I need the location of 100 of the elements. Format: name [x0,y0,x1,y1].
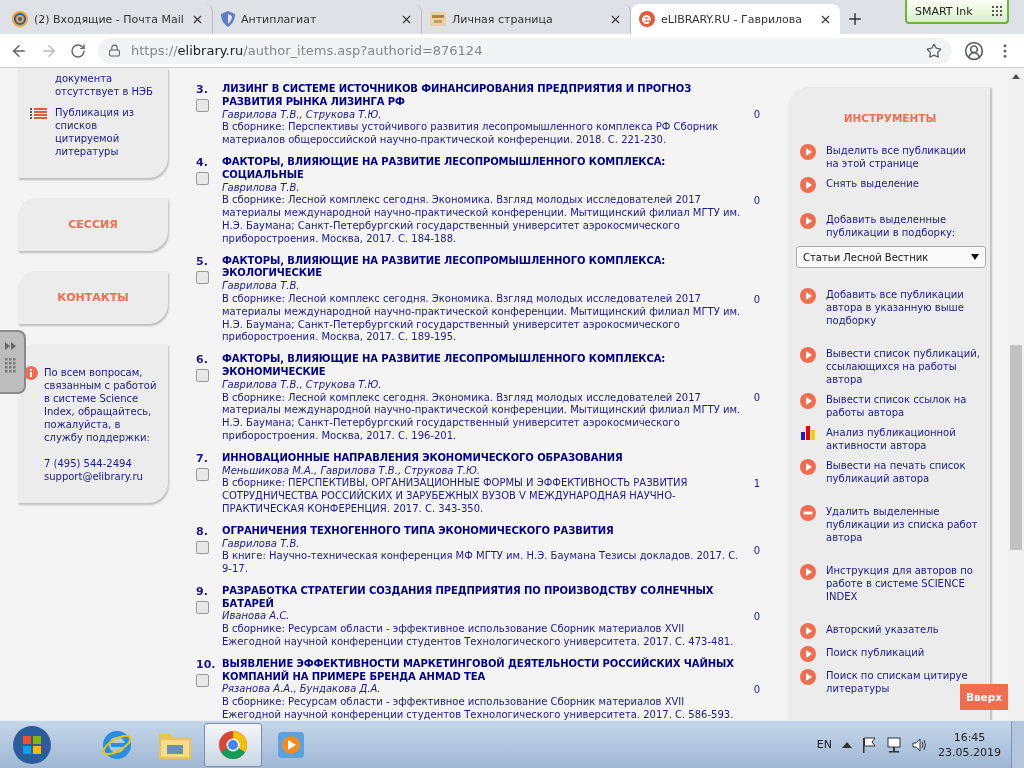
citation-count: 0 [752,611,761,623]
browser-e-icon[interactable] [101,728,133,761]
citation-count: 0 [752,544,761,556]
checkbox[interactable] [196,369,209,383]
address-field[interactable]: https://elibrary.ru/author_items.asp?authorid=876124 [98,37,952,64]
tool-link[interactable]: Инструкция для авторов по работе в системе SCIENCE INDEX [826,564,980,603]
citation-count: 1 [752,478,761,490]
publication-source: В книге: Научно-техническая конференция МФ МГТУ им. Н.Э. Баумана Тезисы докладов. 2017. С. 9-17. [222,550,740,576]
tool-link[interactable]: Снять выделение [826,177,920,190]
browser-tab[interactable]: eLIBRARY.RU - Гаврилова [631,4,840,34]
thumbnail-icon [430,12,446,26]
citation-count: 0 [752,392,761,404]
tools-title: ИНСТРУМЕНТЫ [842,112,938,124]
play-icon [800,393,816,409]
play-icon [800,144,816,160]
bar-chart-icon [800,426,816,440]
publication-title[interactable]: ФАКТОРЫ, ВЛИЯЮЩИЕ НА РАЗВИТИЕ ЛЕСОПРОМЫШЛЕННОГО КОМПЛЕКСА: ЭКОНОМИЧЕСКИЕ [222,353,742,379]
item-number: 5. [196,254,208,268]
publication-source: В сборнике: Ресурсам области - эффективное использование Сборник материалов XVII Ежегодной научной конференции студентов Технологического университета. 2017. С. 473-481. [222,623,735,649]
play-icon [800,646,816,662]
checkbox[interactable] [196,600,209,614]
publication-title[interactable]: ОГРАНИЧЕНИЯ ТЕХНОГЕННОГО ТИПА ЭКОНОМИЧЕСКОГО РАЗВИТИЯ [222,524,742,538]
clock[interactable]: 16:45 23.05.2019 [938,729,1001,760]
tool-link[interactable]: Добавить выделенные публикации в подборку: [826,213,980,239]
tool-link[interactable]: Анализ публикационной активности автора [826,426,980,452]
legend-text: Публикация из списков цитируемой литературы [55,106,135,158]
volume-icon[interactable] [912,736,928,753]
publication-title[interactable]: ЛИЗИНГ В СИСТЕМЕ ИСТОЧНИКОВ ФИНАНСИРОВАНИЯ ПРЕДПРИЯТИЯ И ПРОГНОЗ РАЗВИТИЯ РЫНКА ЛИЗИНГА РФ [222,83,742,109]
minus-icon [800,505,816,521]
publication-authors: Гаврилова Т.В. [222,537,301,551]
shield-icon [221,11,235,27]
publication-source: В сборнике: ПЕРСПЕКТИВЫ, ОРГАНИЗАЦИОННЫЕ ФОРМЫ И ЭФФЕКТИВНОСТЬ РАЗВИТИЯ СОТРУДНИЧЕСТВА РОССИЙСКИХ И ЗАРУБЕЖНЫХ ВУЗОВ V МЕЖДУНАРОДНАЯ НАУЧНО-ПРАКТИЧЕСКАЯ КОНФЕРЕНЦИЯ. 2017. С. 343-350. [222,477,689,516]
publication-authors: Гаврилова Т.В. [222,280,301,293]
grip-icon [991,5,1003,17]
checkbox[interactable] [196,270,209,284]
tool-link[interactable]: Удалить выделенные публикации из списка работ автора [826,505,980,544]
citation-count: 0 [752,109,761,121]
tool-link[interactable]: Авторский указатель [826,623,939,636]
publication-authors: Гаврилова Т.В., Струкова Т.Ю. [222,108,383,122]
item-number: 4. [196,156,208,169]
publication-authors: Иванова А.С. [222,610,291,624]
star-icon[interactable] [926,42,942,59]
play-icon [800,177,816,193]
checkbox[interactable] [196,467,209,481]
checkbox[interactable] [196,540,209,554]
publication-source: В сборнике: Лесной комплекс сегодня. Экономика. Взгляд молодых исследователей 2017 материалы международной научно-практической конференции. Мытищинский филиал МГТУ им. Н.Э. Баумана; Санкт-Петербургский государственный университет аэрокосмического приборостроения. Москва, 2017. С. 196-201. [222,391,742,443]
smart-ink-toolbar[interactable]: SMART Ink [905,0,1009,24]
tray-arrow-icon[interactable] [842,740,852,749]
publication-source: В сборнике: Ресурсам области - эффективное использование Сборник материалов XVII Ежегодной научной конференции студентов Технологического университета. 2017. С. 586-593. [222,696,735,720]
language-indicator[interactable]: EN [816,738,832,751]
tool-link[interactable]: Вывести список публикаций, ссылающихся на работы автора [826,347,980,386]
media-player-icon[interactable] [277,730,305,759]
site-logo-icon [639,11,655,27]
collection-select[interactable]: Статьи Лесной Вестник [796,246,986,268]
publication-title[interactable]: ФАКТОРЫ, ВЛИЯЮЩИЕ НА РАЗВИТИЕ ЛЕСОПРОМЫШЛЕННОГО КОМПЛЕКСА: ЭКОЛОГИЧЕСКИЕ [222,254,742,281]
dropdown-icon [971,254,979,260]
citation-count: 0 [752,684,761,696]
tool-link[interactable]: Выделить все публикации на этой странице [826,144,980,170]
publication-source: В сборнике: Лесной комплекс сегодня. Экономика. Взгляд молодых исследователей 2017 материалы международной научно-практической конференции. Мытищинский филиал МГТУ им. Н.Э. Баумана; Санкт-Петербургский государственный университет аэрокосмического приборостроения. Москва, 2017. С. 189-195. [222,292,742,345]
network-icon[interactable] [886,736,902,753]
tool-link[interactable]: Вывести на печать список публикаций автора [826,459,980,485]
checkbox[interactable] [196,172,209,185]
item-number: 6. [196,353,208,367]
publication-title[interactable]: ФАКТОРЫ, ВЛИЯЮЩИЕ НА РАЗВИТИЕ ЛЕСОПРОМЫШЛЕННОГО КОМПЛЕКСА: СОЦИАЛЬНЫЕ [222,156,742,182]
publication-title[interactable]: ИННОВАЦИОННЫЕ НАПРАВЛЕНИЯ ЭКОНОМИЧЕСКОГО ОБРАЗОВАНИЯ [222,451,742,465]
citation-count: 0 [752,195,761,207]
tool-link[interactable]: Вывести список ссылок на работы автора [826,393,980,419]
item-number: 10. [196,657,216,671]
scroll-up-icon[interactable] [1012,74,1020,79]
account-icon[interactable] [964,40,984,61]
publication-authors: Рязанова А.А., Бундакова Д.А. [222,683,382,697]
plus-icon [846,10,864,28]
publication-title[interactable]: ВЫЯВЛЕНИЕ ЭФФЕКТИВНОСТИ МАРКЕТИНГОВОЙ ДЕЯТЕЛЬНОСТИ РОССИЙСКИХ ЧАЙНЫХ КОМПАНИЙ НА ПРИМЕРЕ БРЕНДА AHMAD TEA [222,657,742,684]
publication-authors: Меньшикова М.А., Гаврилова Т.В., Струкова Т.Ю. [222,464,481,478]
list-icon [30,108,47,120]
chrome-icon[interactable] [218,729,248,760]
item-number: 3. [196,83,208,96]
play-icon [800,564,816,580]
tool-link[interactable]: Добавить все публикации автора в указанную выше подборку [826,288,980,327]
tool-link[interactable]: Поиск публикаций [826,646,925,659]
reload-icon[interactable] [70,42,86,59]
play-icon [800,623,816,639]
side-panel-handle[interactable] [0,330,26,394]
publication-source: В сборнике: Лесной комплекс сегодня. Экономика. Взгляд молодых исследователей 2017 материалы международной научно-практической конференции. Мытищинский филиал МГТУ им. Н.Э. Баумана; Санкт-Петербургский государственный университет аэрокосмического приборостроения. Москва, 2017. С. 184-188. [222,194,742,246]
checkbox[interactable] [196,99,209,112]
play-icon [800,288,816,304]
start-button-icon[interactable] [12,724,52,765]
item-number: 7. [196,451,208,465]
item-number: 9. [196,584,208,598]
item-number: 8. [196,524,208,538]
flag-icon[interactable] [862,736,876,753]
play-icon [800,459,816,475]
lock-icon [108,44,121,57]
legend-text: документа отсутствует в НЭБ [54,72,154,98]
scroll-thumb[interactable] [1010,345,1022,550]
publication-authors: Гаврилова Т.В., Струкова Т.Ю. [222,378,383,392]
support-email[interactable]: support@elibrary.ru [44,470,160,483]
publication-title[interactable]: РАЗРАБОТКА СТРАТЕГИИ СОЗДАНИЯ ПРЕДПРИЯТИЯ ПО ПРОИЗВОДСТВУ СОЛНЕЧНЫХ БАТАРЕЙ [222,584,742,611]
checkbox[interactable] [196,673,209,687]
play-icon [800,213,816,229]
